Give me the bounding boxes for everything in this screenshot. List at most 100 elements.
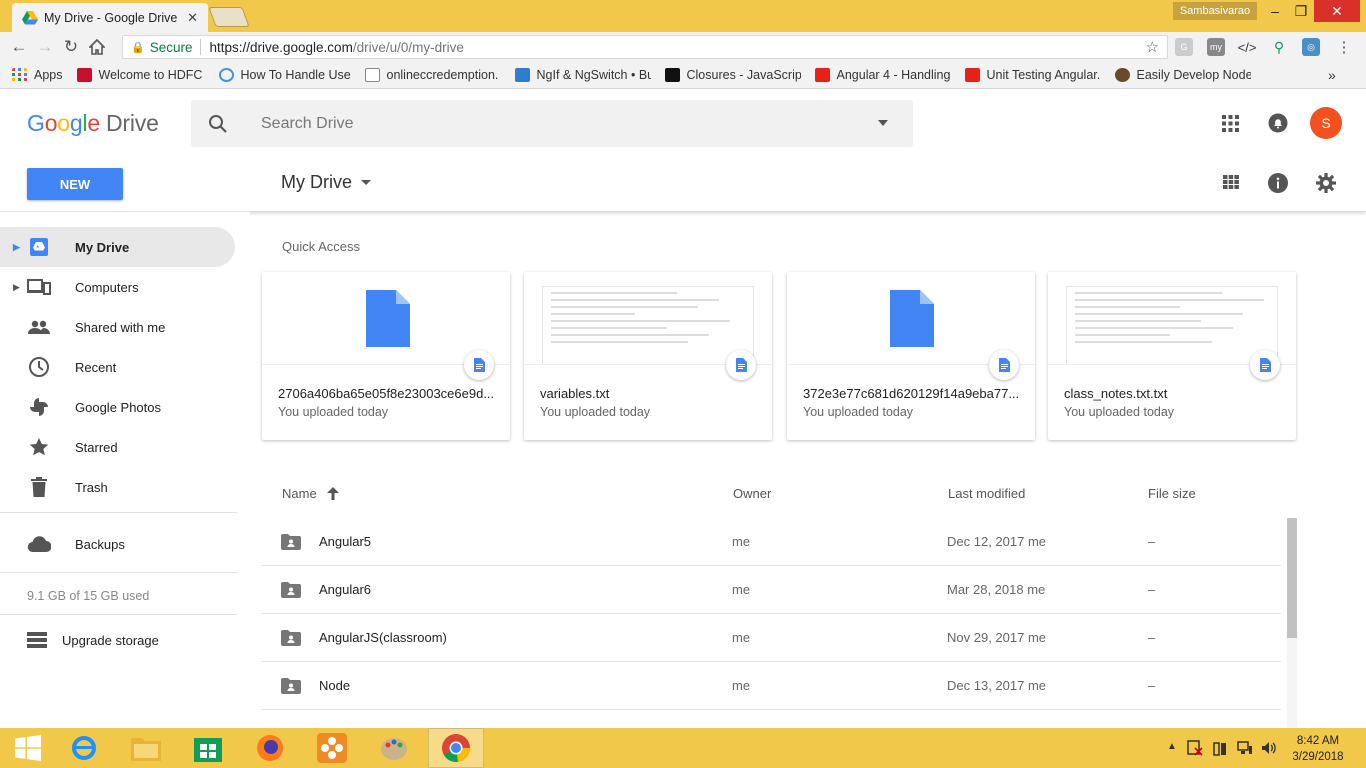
bookmark-node[interactable]: Easily Develop Node. — [1114, 68, 1251, 82]
tab-close-icon[interactable]: ✕ — [187, 10, 198, 26]
sort-ascending-arrow-icon[interactable] — [326, 487, 339, 500]
bookmark-ngif[interactable]: NgIf & NgSwitch • Bu — [514, 68, 651, 82]
taskbar-chrome[interactable] — [428, 728, 484, 768]
table-row[interactable]: Angular6 me Mar 28, 2018 me – — [261, 566, 1281, 614]
apps-launcher-icon[interactable] — [1222, 115, 1239, 132]
back-arrow-icon[interactable]: ← — [6, 34, 32, 60]
page-title: My Drive — [281, 172, 352, 192]
table-row[interactable]: Node me Dec 13, 2017 me – — [261, 662, 1281, 710]
sidebar-item-label: Backups — [75, 536, 125, 552]
text-preview — [542, 286, 754, 364]
forward-arrow-icon[interactable]: → — [32, 34, 58, 60]
sidebar-item-trash[interactable]: Trash — [0, 467, 235, 507]
home-icon[interactable] — [84, 34, 110, 60]
file-size: – — [1148, 534, 1156, 549]
taskbar-paint[interactable] — [366, 728, 422, 768]
network-icon[interactable] — [1237, 740, 1253, 756]
bookmark-hdfc[interactable]: Welcome to HDFC Ba — [76, 68, 205, 82]
taskbar-flower-app[interactable] — [304, 728, 360, 768]
scrollbar-thumb[interactable] — [1287, 518, 1297, 638]
file-owner: me — [732, 534, 751, 549]
sidebar-item-google-photos[interactable]: Google Photos — [0, 387, 235, 427]
card-file-name: 372e3e77c681d620129f14a9eba77... — [803, 386, 1020, 401]
sidebar-item-my-drive[interactable]: ▶ My Drive — [0, 227, 235, 267]
quick-access-card[interactable]: class_notes.txt.txt You uploaded today — [1048, 272, 1296, 440]
notifications-icon[interactable] — [1268, 113, 1288, 133]
shared-folder-icon — [281, 677, 301, 694]
location-dropdown[interactable]: My Drive — [281, 172, 371, 193]
search-box[interactable]: Search Drive — [191, 100, 913, 147]
sidebar-item-backups[interactable]: Backups — [0, 524, 235, 564]
address-separator — [200, 39, 202, 55]
sidebar-divider — [0, 614, 237, 615]
column-header-file-size[interactable]: File size — [1148, 486, 1196, 501]
volume-icon[interactable] — [1261, 740, 1277, 756]
taskbar-store[interactable] — [180, 728, 236, 768]
file-name: Node — [319, 678, 351, 693]
column-header-owner[interactable]: Owner — [733, 486, 771, 501]
start-button[interactable] — [0, 728, 56, 768]
table-row[interactable]: AngularJS(classroom) me Nov 29, 2017 me … — [261, 614, 1281, 662]
file-list: Angular5 me Dec 12, 2017 me – Angular6 m… — [261, 518, 1281, 728]
google-drive-logo[interactable]: Google Drive — [27, 110, 159, 137]
expand-caret-icon[interactable]: ▶ — [13, 242, 20, 253]
search-options-icon[interactable] — [878, 120, 888, 126]
bookmark-apps[interactable]: Apps — [12, 68, 63, 82]
tray-overflow-icon[interactable]: ▲ — [1167, 741, 1177, 752]
extension-my-icon[interactable]: my — [1207, 38, 1225, 56]
upgrade-storage-link[interactable]: Upgrade storage — [27, 626, 159, 654]
sidebar-item-label: Shared with me — [75, 319, 166, 335]
bookmark-label: Unit Testing Angular. — [986, 68, 1101, 82]
taskbar-file-explorer[interactable] — [118, 728, 174, 768]
browser-tab[interactable]: My Drive - Google Drive ✕ — [12, 3, 208, 32]
column-header-name[interactable]: Name — [282, 486, 339, 501]
sidebar-item-recent[interactable]: Recent — [0, 347, 235, 387]
extension-screen-icon[interactable]: ◎ — [1302, 38, 1320, 56]
browser-menu-icon[interactable]: ⋮ — [1335, 38, 1353, 56]
address-bar[interactable]: 🔒 Secure https://drive.google.com /drive… — [122, 35, 1168, 59]
file-owner: me — [732, 582, 751, 597]
search-icon[interactable] — [208, 114, 228, 134]
sidebar-item-shared-with-me[interactable]: Shared with me — [0, 307, 235, 347]
reload-icon[interactable]: ↻ — [58, 34, 84, 60]
grid-view-icon[interactable] — [1223, 175, 1239, 189]
storage-usage: 9.1 GB of 15 GB used — [27, 589, 150, 603]
bookmark-angular4[interactable]: Angular 4 - Handling — [814, 68, 951, 82]
restore-button[interactable]: ❐ — [1284, 0, 1318, 22]
taskbar-clock[interactable]: 8:42 AM 3/29/2018 — [1288, 733, 1348, 765]
doc-type-badge-icon — [989, 350, 1019, 380]
bookmarks-overflow-icon[interactable]: » — [1328, 67, 1336, 83]
quick-access-card[interactable]: variables.txt You uploaded today — [524, 272, 772, 440]
bookmark-closures[interactable]: Closures - JavaScript — [664, 68, 801, 82]
bookmark-handle-user[interactable]: How To Handle User — [218, 68, 351, 82]
settings-gear-icon[interactable] — [1316, 173, 1336, 193]
sidebar-item-starred[interactable]: Starred — [0, 427, 235, 467]
expand-caret-icon[interactable]: ▶ — [13, 282, 20, 293]
extension-g-icon[interactable]: G — [1175, 38, 1193, 56]
profile-name[interactable]: Sambasivarao — [1173, 2, 1257, 20]
quick-access-card[interactable]: 2706a406ba65e05f8e23003ce6e9d... You upl… — [262, 272, 510, 440]
file-size: – — [1148, 630, 1156, 645]
extension-code-icon[interactable]: </> — [1238, 38, 1257, 56]
sidebar-item-computers[interactable]: ▶ Computers — [0, 267, 235, 307]
new-button[interactable]: NEW — [27, 168, 123, 200]
robot-icon — [514, 68, 530, 82]
youtube-icon — [964, 68, 980, 82]
action-center-icon[interactable] — [1187, 740, 1203, 756]
quick-access-card[interactable]: 372e3e77c681d620129f14a9eba77... You upl… — [787, 272, 1035, 440]
info-icon[interactable] — [1268, 173, 1288, 193]
extension-search-icon[interactable]: ⚲ — [1270, 38, 1288, 56]
file-name: Angular6 — [319, 582, 372, 597]
taskbar-internet-explorer[interactable] — [56, 728, 112, 768]
bookmark-star-icon[interactable]: ☆ — [1146, 38, 1159, 56]
power-battery-icon[interactable] — [1212, 740, 1228, 756]
taskbar-firefox[interactable] — [242, 728, 298, 768]
url-path: /drive/u/0/my-drive — [352, 39, 464, 55]
table-row[interactable]: Angular5 me Dec 12, 2017 me – — [261, 518, 1281, 566]
new-tab-button[interactable] — [208, 7, 250, 27]
avatar[interactable]: S — [1310, 107, 1342, 139]
close-window-button[interactable]: ✕ — [1314, 0, 1360, 22]
bookmark-onlineccredemption[interactable]: onlineccredemption. — [364, 68, 501, 82]
column-header-last-modified[interactable]: Last modified — [948, 486, 1025, 501]
bookmark-unit-testing[interactable]: Unit Testing Angular. — [964, 68, 1101, 82]
